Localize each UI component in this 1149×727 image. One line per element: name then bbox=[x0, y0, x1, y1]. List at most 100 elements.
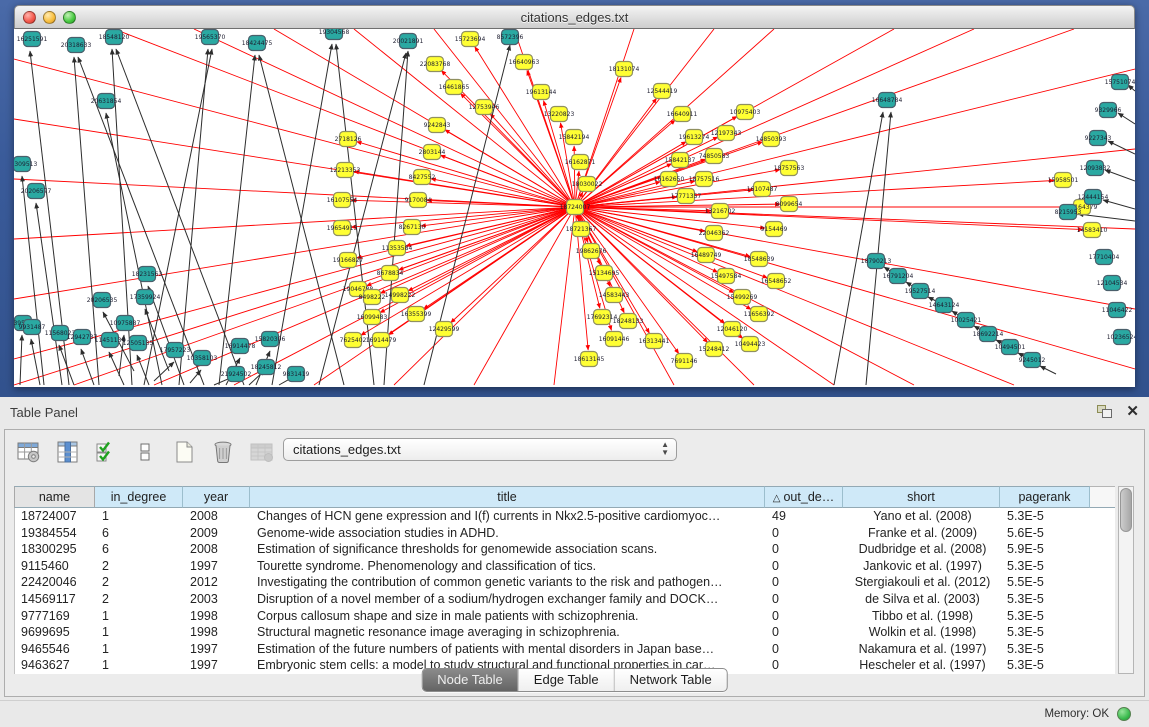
graph-node[interactable]: 8427552 bbox=[409, 170, 436, 185]
graph-node[interactable]: 10025421 bbox=[951, 313, 982, 328]
cell-short[interactable]: Franke et al. (2009) bbox=[844, 525, 1001, 542]
graph-node[interactable]: 9170084 bbox=[405, 193, 432, 208]
cell-title[interactable]: Estimation of significance thresholds fo… bbox=[251, 541, 766, 558]
network-canvas[interactable]: 2718126122133531610755419654915191668271… bbox=[14, 29, 1135, 387]
graph-node[interactable]: 18424475 bbox=[242, 36, 273, 51]
cell-name[interactable]: 19384554 bbox=[15, 525, 96, 542]
graph-node[interactable]: 13220823 bbox=[544, 107, 575, 122]
tab-node-table[interactable]: Node Table bbox=[422, 669, 518, 691]
graph-node[interactable]: 8678834 bbox=[377, 266, 404, 281]
cell-year[interactable]: 1997 bbox=[184, 641, 251, 658]
cell-pagerank[interactable]: 5.3E-5 bbox=[1001, 624, 1091, 641]
scrollbar-thumb[interactable] bbox=[1120, 488, 1132, 532]
cell-title[interactable]: Corpus callosum shape and size in male p… bbox=[251, 608, 766, 625]
graph-node[interactable]: 9329966 bbox=[1095, 103, 1122, 118]
cell-indegree[interactable]: 2 bbox=[96, 591, 184, 608]
graph-node[interactable]: 10236524 bbox=[1107, 330, 1135, 345]
graph-node[interactable]: 18757563 bbox=[774, 161, 805, 176]
cell-pagerank[interactable]: 5.3E-5 bbox=[1001, 508, 1091, 525]
graph-node[interactable]: 17710404 bbox=[1089, 250, 1120, 265]
graph-node[interactable]: 16914479 bbox=[366, 333, 397, 348]
cell-outde[interactable]: 0 bbox=[766, 541, 844, 558]
graph-node[interactable]: 16489749 bbox=[691, 248, 722, 263]
cell-indegree[interactable]: 1 bbox=[96, 508, 184, 525]
graph-node[interactable]: 9245012 bbox=[1019, 353, 1046, 368]
graph-node[interactable]: 11353584 bbox=[382, 241, 413, 256]
table-vertical-scrollbar[interactable] bbox=[1118, 486, 1134, 674]
delete-table-button[interactable] bbox=[247, 438, 277, 466]
cell-pagerank[interactable]: 5.5E-5 bbox=[1001, 574, 1091, 591]
graph-node[interactable]: 16313441 bbox=[639, 334, 670, 349]
column-header-indegree[interactable]: in_degree bbox=[95, 486, 183, 508]
graph-node[interactable]: 11046422 bbox=[1102, 303, 1133, 318]
close-panel-icon[interactable]: ✕ bbox=[1126, 402, 1139, 420]
cell-indegree[interactable]: 2 bbox=[96, 558, 184, 575]
graph-node[interactable]: 10975887 bbox=[110, 316, 141, 331]
graph-node[interactable]: 19613274 bbox=[679, 130, 710, 145]
cell-pagerank[interactable]: 5.3E-5 bbox=[1001, 591, 1091, 608]
cell-pagerank[interactable]: 5.3E-5 bbox=[1001, 558, 1091, 575]
graph-node[interactable]: 22083768 bbox=[420, 57, 451, 72]
cell-pagerank[interactable]: 5.6E-5 bbox=[1001, 525, 1091, 542]
float-panel-icon[interactable] bbox=[1097, 405, 1113, 419]
cell-outde[interactable]: 0 bbox=[766, 657, 844, 674]
graph-node[interactable]: 22046362 bbox=[699, 226, 730, 241]
graph-node[interactable]: 19862676 bbox=[576, 244, 607, 259]
graph-node[interactable]: 16162871 bbox=[565, 155, 596, 170]
graph-node[interactable]: 18548639 bbox=[744, 252, 775, 267]
graph-node[interactable]: 15958501 bbox=[1048, 173, 1079, 188]
cell-name[interactable]: 18300295 bbox=[15, 541, 96, 558]
cell-title[interactable]: Investigating the contribution of common… bbox=[251, 574, 766, 591]
cell-short[interactable]: Stergiakouli et al. (2012) bbox=[844, 574, 1001, 591]
cell-outde[interactable]: 0 bbox=[766, 641, 844, 658]
graph-node[interactable]: 16251591 bbox=[17, 32, 48, 47]
cell-indegree[interactable]: 2 bbox=[96, 574, 184, 591]
tab-network-table[interactable]: Network Table bbox=[614, 669, 727, 691]
graph-node[interactable]: 18548120 bbox=[99, 30, 130, 45]
cell-indegree[interactable]: 1 bbox=[96, 641, 184, 658]
column-header-short[interactable]: short bbox=[843, 486, 1000, 508]
graph-node[interactable]: 9227343 bbox=[1085, 131, 1112, 146]
cell-outde[interactable]: 0 bbox=[766, 558, 844, 575]
row-height-button[interactable] bbox=[130, 438, 160, 466]
graph-node[interactable]: 12213353 bbox=[330, 163, 361, 178]
graph-node[interactable]: 12544419 bbox=[647, 84, 678, 99]
column-header-outde[interactable]: △out_de… bbox=[765, 486, 843, 508]
graph-node[interactable]: 19309513 bbox=[14, 157, 37, 172]
cell-outde[interactable]: 0 bbox=[766, 525, 844, 542]
cell-name[interactable]: 9465546 bbox=[15, 641, 96, 658]
cell-short[interactable]: Hescheler et al. (1997) bbox=[844, 657, 1001, 674]
cell-outde[interactable]: 0 bbox=[766, 608, 844, 625]
table-row[interactable]: 1938455462009Genome-wide association stu… bbox=[15, 525, 1115, 542]
cell-name[interactable]: 9463627 bbox=[15, 657, 96, 674]
graph-node[interactable]: 9831419 bbox=[283, 367, 310, 382]
cell-outde[interactable]: 0 bbox=[766, 591, 844, 608]
graph-node[interactable]: 14850393 bbox=[756, 132, 787, 147]
cell-title[interactable]: Disruption of a novel member of a sodium… bbox=[251, 591, 766, 608]
cell-name[interactable]: 9699695 bbox=[15, 624, 96, 641]
cell-year[interactable]: 1998 bbox=[184, 608, 251, 625]
graph-node[interactable]: 8099654 bbox=[776, 197, 803, 212]
graph-node[interactable]: 19304568 bbox=[319, 29, 350, 40]
cell-name[interactable]: 9115460 bbox=[15, 558, 96, 575]
graph-node[interactable]: 16548652 bbox=[761, 274, 792, 289]
graph-node[interactable]: 15248412 bbox=[699, 342, 730, 357]
graph-node[interactable]: 8572396 bbox=[497, 30, 524, 45]
graph-node[interactable]: 16640911 bbox=[667, 107, 698, 122]
cell-short[interactable]: Yano et al. (2008) bbox=[844, 508, 1001, 525]
select-columns-button[interactable] bbox=[52, 438, 82, 466]
cell-pagerank[interactable]: 5.3E-5 bbox=[1001, 657, 1091, 674]
cell-outde[interactable]: 0 bbox=[766, 574, 844, 591]
memory-status-indicator[interactable] bbox=[1117, 707, 1131, 721]
column-header-year[interactable]: year bbox=[183, 486, 250, 508]
graph-node[interactable]: 20631854 bbox=[91, 94, 122, 109]
cell-name[interactable]: 18724007 bbox=[15, 508, 96, 525]
cell-title[interactable]: Estimation of the future numbers of pati… bbox=[251, 641, 766, 658]
cell-year[interactable]: 2009 bbox=[184, 525, 251, 542]
graph-node[interactable]: 16791204 bbox=[883, 269, 914, 284]
cell-name[interactable]: 14569117 bbox=[15, 591, 96, 608]
cell-year[interactable]: 2003 bbox=[184, 591, 251, 608]
graph-node[interactable]: 19527514 bbox=[905, 284, 936, 299]
table-row[interactable]: 2242004622012Investigating the contribut… bbox=[15, 574, 1115, 591]
cell-short[interactable]: de Silva et al. (2003) bbox=[844, 591, 1001, 608]
